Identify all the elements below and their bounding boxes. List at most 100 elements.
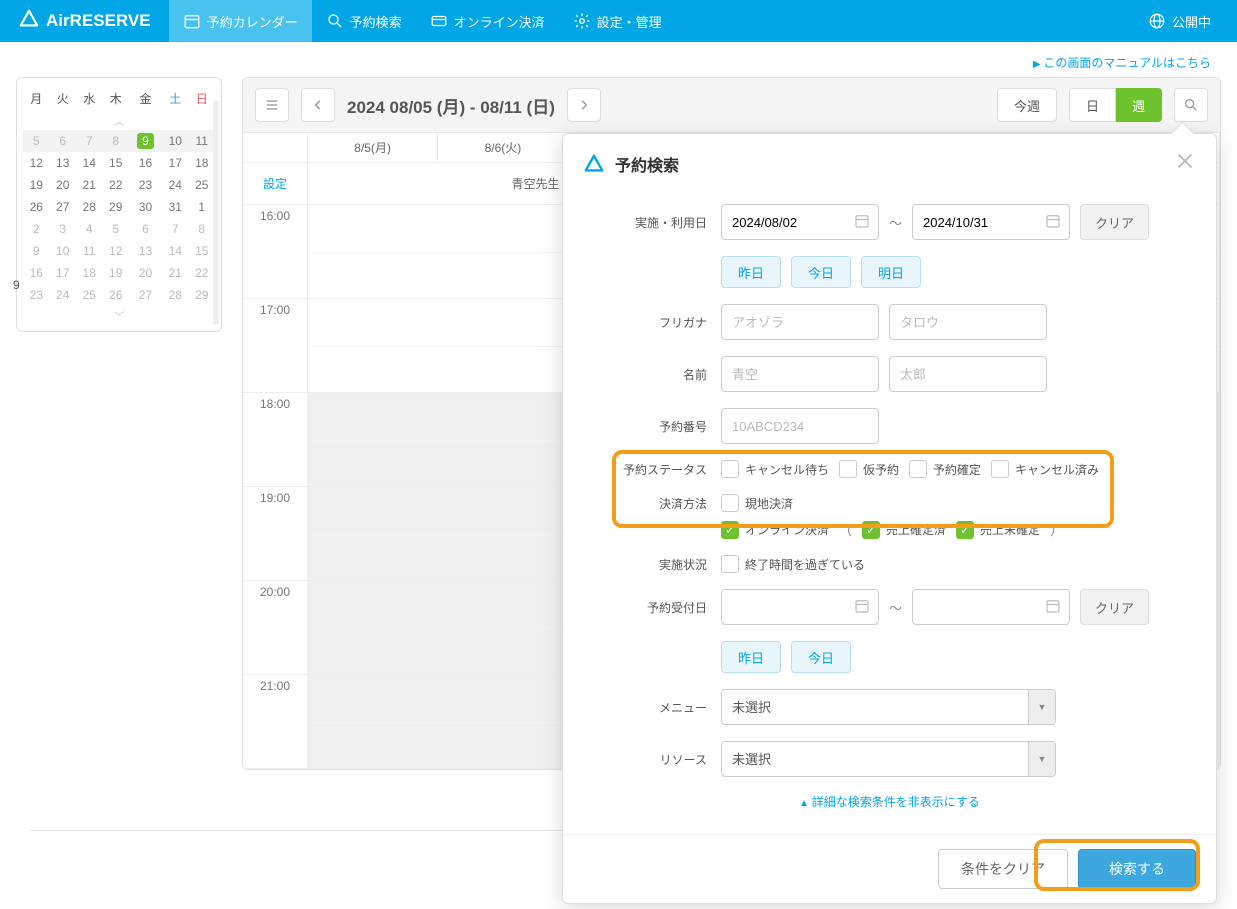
minical-day[interactable]: 5: [23, 130, 49, 152]
minical-day[interactable]: 14: [76, 152, 102, 174]
minical-day[interactable]: 13: [129, 240, 162, 262]
resource-select[interactable]: 未選択: [721, 741, 1056, 777]
minical-day[interactable]: 21: [76, 174, 102, 196]
nav-settings[interactable]: 設定・管理: [559, 0, 676, 42]
chk-onsite[interactable]: 現地決済: [721, 494, 793, 512]
minical-day[interactable]: 23: [129, 174, 162, 196]
clear-accept-date[interactable]: クリア: [1080, 589, 1149, 625]
name-sei[interactable]: [721, 356, 879, 392]
minical-day[interactable]: 9: [23, 240, 49, 262]
minical-day[interactable]: 3: [49, 218, 75, 240]
toolbar-search-button[interactable]: [1174, 88, 1208, 122]
minical-day[interactable]: 20: [129, 262, 162, 284]
dow-header: 月: [23, 86, 49, 111]
minical-day[interactable]: 8: [189, 218, 216, 240]
chk-confirmed[interactable]: 予約確定: [909, 460, 981, 478]
minical-day[interactable]: 29: [189, 284, 216, 306]
minical-day[interactable]: 31: [162, 196, 188, 218]
minical-day[interactable]: 24: [162, 174, 188, 196]
minical-day[interactable]: 4: [76, 218, 102, 240]
minical-day[interactable]: 19: [102, 262, 128, 284]
minical-day[interactable]: 11: [76, 240, 102, 262]
minical-day[interactable]: 17: [49, 262, 75, 284]
minical-day[interactable]: 13: [49, 152, 75, 174]
today-button[interactable]: 今日: [791, 256, 851, 288]
minical-day[interactable]: 10: [162, 130, 188, 152]
minical-day[interactable]: 28: [76, 196, 102, 218]
next-button[interactable]: [567, 88, 601, 122]
minical-day[interactable]: 23: [23, 284, 49, 306]
chk-online[interactable]: ✓オンライン決済: [721, 521, 829, 539]
minical-day[interactable]: 21: [162, 262, 188, 284]
minical-day[interactable]: 17: [162, 152, 188, 174]
minical-day[interactable]: 22: [189, 262, 216, 284]
minical-day[interactable]: 18: [76, 262, 102, 284]
clear-conditions-button[interactable]: 条件をクリア: [938, 849, 1068, 889]
minical-day[interactable]: 26: [102, 284, 128, 306]
settings-link[interactable]: 設定: [243, 163, 308, 204]
prev-button[interactable]: [301, 88, 335, 122]
minical-day[interactable]: 12: [23, 152, 49, 174]
minical-day[interactable]: 10: [49, 240, 75, 262]
minical-day[interactable]: 26: [23, 196, 49, 218]
minical-day[interactable]: 20: [49, 174, 75, 196]
minical-day[interactable]: 15: [189, 240, 216, 262]
toggle-advanced[interactable]: 詳細な検索条件を非表示にする: [587, 785, 1192, 818]
chk-sales-pending[interactable]: ✓売上未確定: [956, 521, 1040, 539]
minical-day[interactable]: 6: [49, 130, 75, 152]
minical-day[interactable]: 6: [129, 218, 162, 240]
accept-yesterday-button[interactable]: 昨日: [721, 641, 781, 673]
chk-cancelled[interactable]: キャンセル済み: [991, 460, 1099, 478]
minical-day[interactable]: 14: [162, 240, 188, 262]
close-button[interactable]: [1174, 150, 1196, 178]
name-mei[interactable]: [889, 356, 1047, 392]
accept-today-button[interactable]: 今日: [791, 641, 851, 673]
minical-day[interactable]: 1: [189, 196, 216, 218]
minical-day[interactable]: 29: [102, 196, 128, 218]
reservation-number[interactable]: [721, 408, 879, 444]
minical-day[interactable]: 30: [129, 196, 162, 218]
menu-select[interactable]: 未選択: [721, 689, 1056, 725]
chk-sales-fixed[interactable]: ✓売上確定済: [862, 521, 946, 539]
minical-day[interactable]: 24: [49, 284, 75, 306]
minical-down[interactable]: ﹀: [23, 306, 215, 325]
minical-day[interactable]: 27: [129, 284, 162, 306]
minical-day[interactable]: 15: [102, 152, 128, 174]
publish-status[interactable]: 公開中: [1122, 12, 1237, 31]
minical-day[interactable]: 16: [23, 262, 49, 284]
manual-link[interactable]: この画面のマニュアルはこちら: [0, 42, 1237, 77]
chk-tentative[interactable]: 仮予約: [839, 460, 899, 478]
minical-day[interactable]: 7: [162, 218, 188, 240]
minical-day[interactable]: 12: [102, 240, 128, 262]
minical-day[interactable]: 25: [189, 174, 216, 196]
minical-day[interactable]: 19: [23, 174, 49, 196]
minical-day[interactable]: 25: [76, 284, 102, 306]
day-view-button[interactable]: 日: [1069, 88, 1116, 122]
minical-day[interactable]: 28: [162, 284, 188, 306]
minical-day[interactable]: 16: [129, 152, 162, 174]
chk-waiting[interactable]: キャンセル待ち: [721, 460, 829, 478]
nav-calendar[interactable]: 予約カレンダー: [169, 0, 312, 42]
clear-use-date[interactable]: クリア: [1080, 204, 1149, 240]
tomorrow-button[interactable]: 明日: [861, 256, 921, 288]
chk-past-end[interactable]: 終了時間を過ぎている: [721, 555, 865, 573]
minical-day[interactable]: 7: [76, 130, 102, 152]
yesterday-button[interactable]: 昨日: [721, 256, 781, 288]
furigana-mei[interactable]: [889, 304, 1047, 340]
minical-up[interactable]: ︿: [23, 111, 215, 130]
minical-day[interactable]: 8: [102, 130, 128, 152]
week-view-button[interactable]: 週: [1116, 88, 1162, 122]
minical-day[interactable]: 2: [23, 218, 49, 240]
minical-day[interactable]: 9: [129, 130, 162, 152]
minical-day[interactable]: 22: [102, 174, 128, 196]
search-button[interactable]: 検索する: [1078, 849, 1196, 889]
this-week-button[interactable]: 今週: [997, 88, 1057, 122]
furigana-sei[interactable]: [721, 304, 879, 340]
hamburger-button[interactable]: [255, 88, 289, 122]
minical-day[interactable]: 18: [189, 152, 216, 174]
minical-day[interactable]: 5: [102, 218, 128, 240]
minical-day[interactable]: 27: [49, 196, 75, 218]
minical-day[interactable]: 11: [189, 130, 216, 152]
nav-payment[interactable]: オンライン決済: [416, 0, 559, 42]
nav-search[interactable]: 予約検索: [312, 0, 416, 42]
